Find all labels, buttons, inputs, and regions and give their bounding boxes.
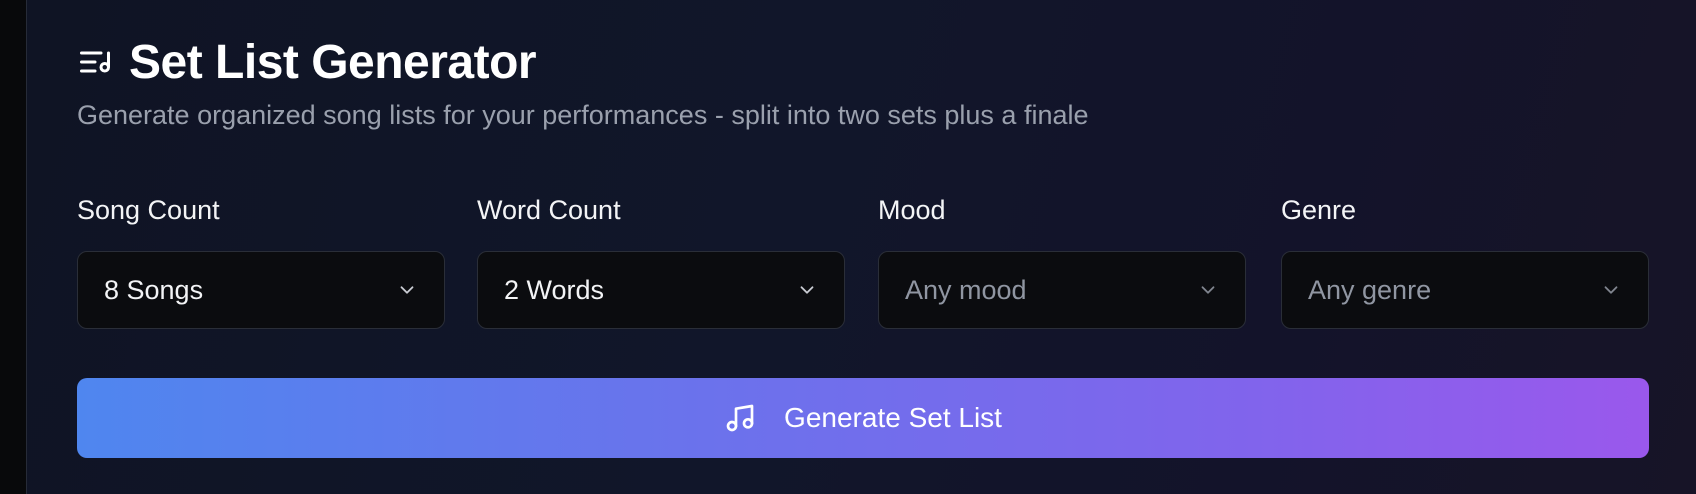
genre-placeholder: Any genre	[1308, 274, 1432, 305]
song-count-select[interactable]: 8 Songs	[77, 251, 445, 329]
chevron-down-icon	[1600, 279, 1622, 301]
page: Set List Generator Generate organized so…	[0, 0, 1696, 494]
song-count-field: Song Count 8 Songs	[77, 192, 445, 329]
mood-field: Mood Any mood	[878, 192, 1246, 329]
mood-placeholder: Any mood	[905, 274, 1027, 305]
genre-select[interactable]: Any genre	[1281, 251, 1649, 329]
mood-label: Mood	[878, 195, 946, 225]
page-title: Set List Generator	[129, 35, 537, 89]
music-note-icon	[724, 402, 756, 434]
song-count-label: Song Count	[77, 195, 220, 225]
generate-set-list-button[interactable]: Generate Set List	[77, 378, 1649, 458]
word-count-value: 2 Words	[504, 274, 605, 305]
chevron-down-icon	[1197, 279, 1219, 301]
word-count-label: Word Count	[477, 195, 621, 225]
mood-select[interactable]: Any mood	[878, 251, 1246, 329]
genre-label: Genre	[1281, 195, 1357, 225]
header: Set List Generator	[77, 34, 537, 90]
genre-field: Genre Any genre	[1281, 192, 1649, 329]
page-subtitle: Generate organized song lists for your p…	[77, 100, 1089, 130]
song-count-value: 8 Songs	[104, 274, 204, 305]
generate-button-label: Generate Set List	[784, 402, 1002, 433]
set-list-generator-card: Set List Generator Generate organized so…	[26, 0, 1696, 494]
chevron-down-icon	[396, 279, 418, 301]
word-count-select[interactable]: 2 Words	[477, 251, 845, 329]
word-count-field: Word Count 2 Words	[477, 192, 845, 329]
chevron-down-icon	[796, 279, 818, 301]
left-edge-panel	[0, 0, 26, 494]
list-music-icon	[77, 44, 113, 80]
